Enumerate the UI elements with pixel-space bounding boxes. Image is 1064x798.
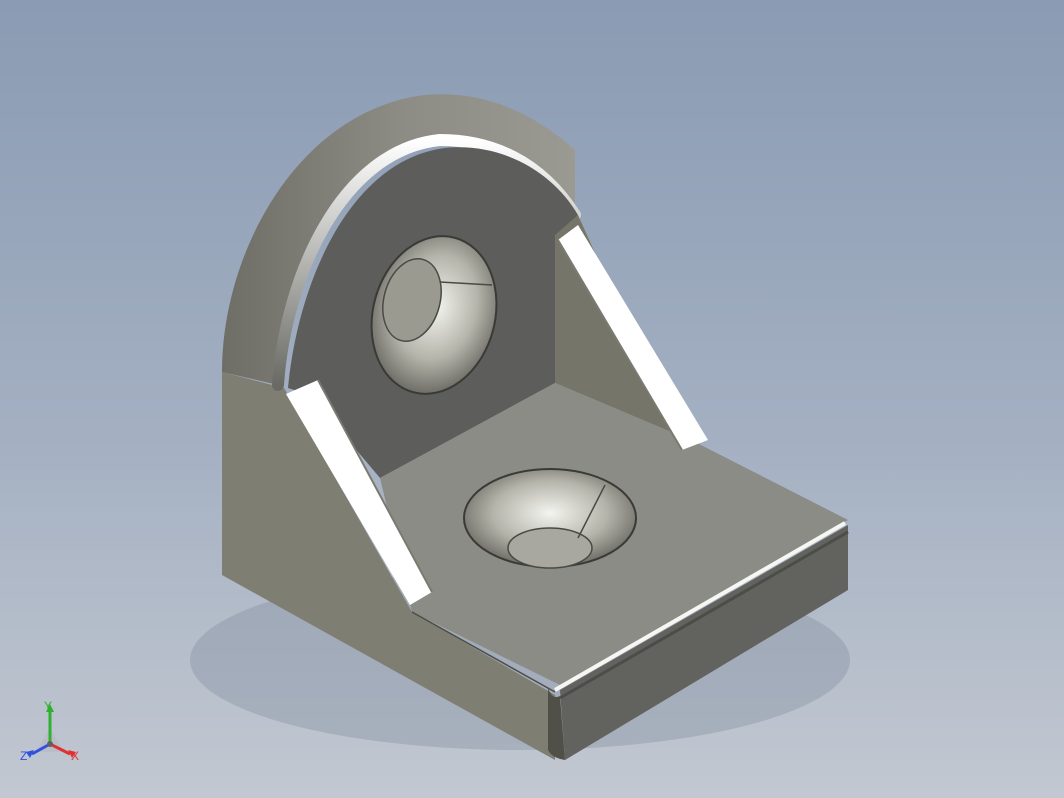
- graphics-viewport[interactable]: Y X Z: [0, 0, 1064, 798]
- view-triad[interactable]: Y X Z: [18, 700, 88, 770]
- triad-z-label: Z: [20, 749, 28, 763]
- triad-x-label: X: [71, 749, 80, 763]
- model-3d-view[interactable]: [0, 0, 1064, 798]
- triad-y-label: Y: [44, 699, 53, 713]
- base-countersunk-hole[interactable]: [463, 468, 637, 569]
